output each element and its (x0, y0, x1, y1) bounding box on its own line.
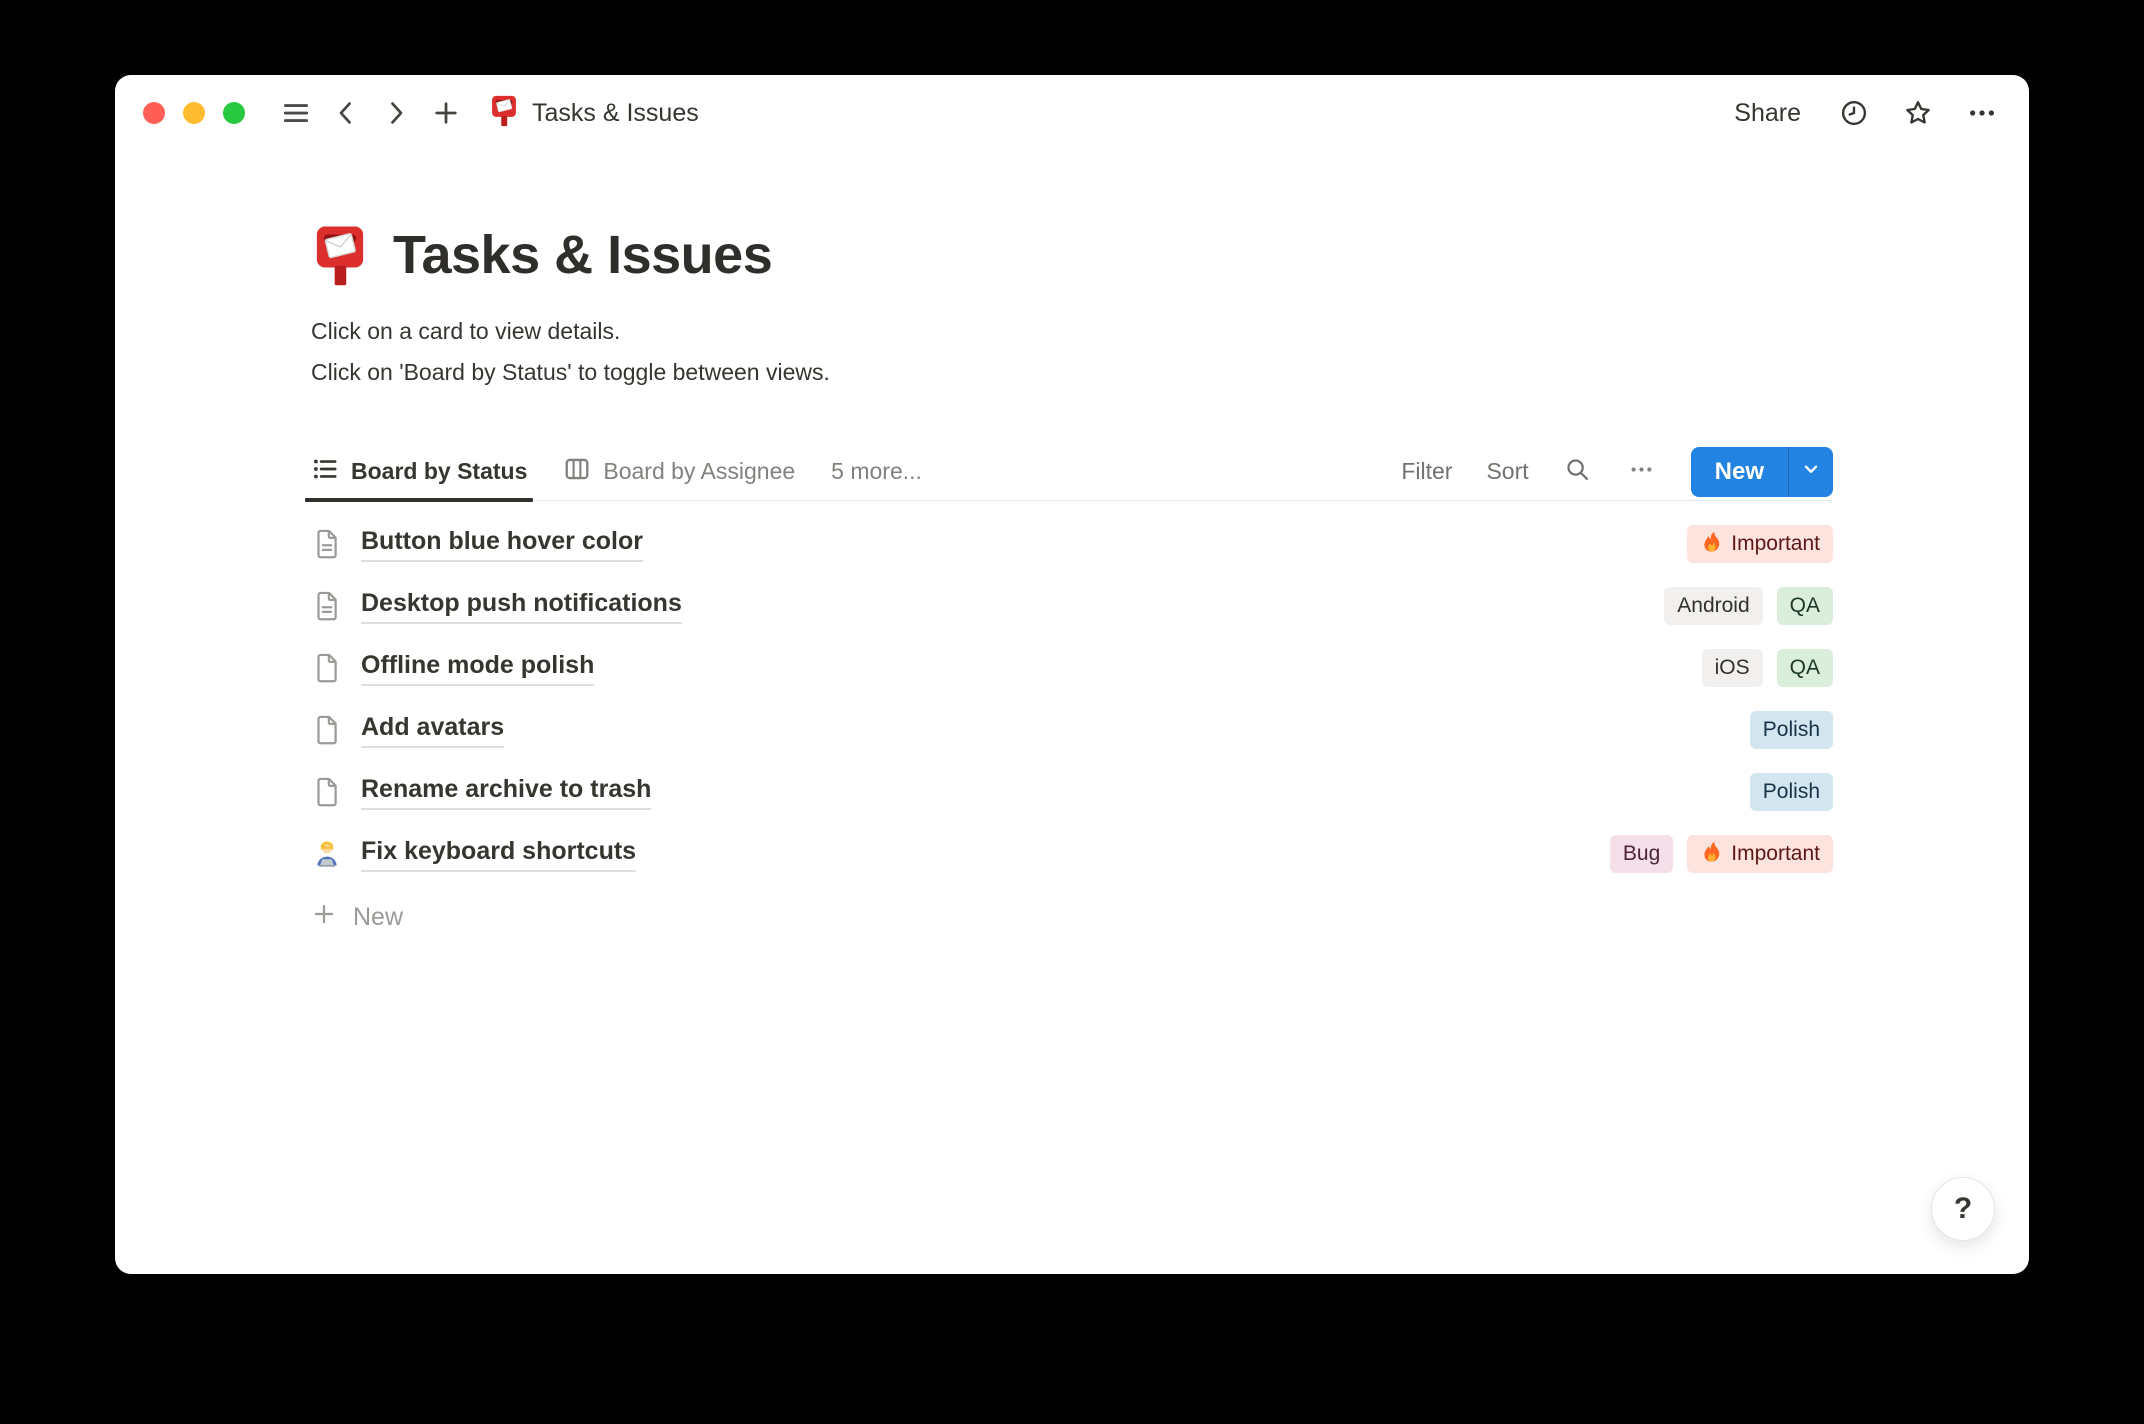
tag-label: QA (1789, 656, 1820, 679)
technologist-icon (311, 837, 343, 871)
page-title: Tasks & Issues (393, 225, 773, 285)
tag-bug: Bug (1609, 835, 1674, 873)
tag-label: iOS (1714, 656, 1750, 679)
tag-label: Important (1731, 532, 1820, 555)
tab-board-by-status[interactable]: Board by Status (304, 443, 534, 502)
more-views-button[interactable]: 5 more... (831, 458, 922, 485)
doc-blank-icon (311, 713, 343, 747)
doc-blank-icon (311, 651, 343, 685)
favorite-button[interactable] (1901, 96, 1935, 130)
tag-important: Important (1687, 525, 1833, 563)
new-button-dropdown[interactable] (1789, 447, 1833, 497)
fire-icon (1700, 840, 1723, 869)
page-header: Tasks & Issues (311, 223, 1833, 287)
tag-label: Polish (1762, 718, 1820, 741)
postbox-icon (489, 94, 519, 132)
search-button[interactable] (1563, 457, 1593, 487)
plus-icon (311, 901, 337, 934)
hamburger-icon (281, 98, 311, 128)
sidebar-toggle-button[interactable] (279, 96, 313, 130)
list-item-tags: Important (1687, 525, 1833, 563)
share-button[interactable]: Share (1734, 99, 1801, 128)
window-controls (143, 102, 245, 124)
app-window: Tasks & Issues Share Tasks & Issues Clic… (115, 75, 2029, 1274)
view-toolbar: Board by Status Board by Assignee 5 more… (304, 443, 1833, 502)
list-item-title: Add avatars (361, 713, 505, 748)
search-icon (1564, 456, 1591, 488)
list-view-icon (311, 455, 339, 488)
list-item-title: Button blue hover color (361, 527, 643, 562)
tab-label: Board by Assignee (603, 458, 796, 484)
history-button[interactable] (1837, 96, 1871, 130)
forward-button[interactable] (379, 96, 413, 130)
tag-android: Android (1664, 587, 1763, 625)
view-options-button[interactable] (1627, 457, 1657, 487)
tag-qa: QA (1776, 649, 1833, 687)
clock-icon (1839, 98, 1869, 128)
list-item[interactable]: Add avatars Polish (311, 699, 1833, 761)
board-view-icon (563, 455, 591, 488)
titlebar: Tasks & Issues Share (115, 75, 2029, 151)
page-options-button[interactable] (1965, 96, 1999, 130)
tab-board-by-assignee[interactable]: Board by Assignee (563, 443, 795, 501)
add-new-row-button[interactable]: New (311, 889, 1833, 945)
chevron-down-icon (1800, 458, 1822, 485)
postbox-icon[interactable] (311, 223, 369, 287)
task-list: Button blue hover color Important Deskto… (311, 513, 1833, 885)
list-item-title: Rename archive to trash (361, 775, 652, 810)
list-item-tags: Bug Important (1609, 835, 1833, 873)
list-item-tags: Android QA (1664, 587, 1833, 625)
chevron-left-icon (331, 98, 361, 128)
list-item-title: Offline mode polish (361, 651, 595, 686)
page-description: Click on a card to view details. Click o… (311, 311, 1833, 393)
minimize-window-button[interactable] (183, 102, 205, 124)
tab-label: Board by Status (351, 458, 528, 484)
zoom-window-button[interactable] (223, 102, 245, 124)
list-item[interactable]: Offline mode polish iOS QA (311, 637, 1833, 699)
list-item-tags: Polish (1749, 711, 1833, 749)
new-button-group: New (1690, 446, 1833, 497)
tag-important: Important (1687, 835, 1833, 873)
description-line: Click on 'Board by Status' to toggle bet… (311, 359, 830, 385)
fire-icon (1700, 530, 1723, 559)
sort-button[interactable]: Sort (1486, 458, 1528, 485)
list-item[interactable]: Desktop push notifications Android QA (311, 575, 1833, 637)
tag-qa: QA (1776, 587, 1833, 625)
description-line: Click on a card to view details. (311, 318, 621, 344)
filter-button[interactable]: Filter (1401, 458, 1452, 485)
breadcrumb[interactable]: Tasks & Issues (489, 94, 699, 132)
doc-text-icon (311, 589, 343, 623)
back-button[interactable] (329, 96, 363, 130)
ellipsis-icon (1628, 456, 1655, 488)
tag-ios: iOS (1701, 649, 1763, 687)
close-window-button[interactable] (143, 102, 165, 124)
list-item[interactable]: Button blue hover color Important (311, 513, 1833, 575)
tag-label: QA (1789, 594, 1820, 617)
list-item-tags: iOS QA (1701, 649, 1833, 687)
chevron-right-icon (381, 98, 411, 128)
breadcrumb-title: Tasks & Issues (532, 98, 699, 127)
list-item-title: Fix keyboard shortcuts (361, 837, 637, 872)
tag-polish: Polish (1749, 711, 1833, 749)
doc-text-icon (311, 527, 343, 561)
ellipsis-icon (1967, 98, 1997, 128)
tag-label: Android (1677, 594, 1750, 617)
tag-label: Polish (1762, 780, 1820, 803)
list-item-tags: Polish (1749, 773, 1833, 811)
view-tabs: Board by Status Board by Assignee (304, 443, 795, 502)
new-tab-button[interactable] (429, 96, 463, 130)
doc-blank-icon (311, 775, 343, 809)
add-new-row-label: New (353, 902, 404, 931)
list-item-title: Desktop push notifications (361, 589, 682, 624)
tag-label: Important (1731, 842, 1820, 865)
list-item[interactable]: Fix keyboard shortcuts Bug Important (311, 823, 1833, 885)
star-icon (1903, 98, 1933, 128)
plus-icon (431, 98, 461, 128)
help-button[interactable]: ? (1931, 1177, 1995, 1241)
tag-label: Bug (1622, 842, 1661, 865)
list-item[interactable]: Rename archive to trash Polish (311, 761, 1833, 823)
tag-polish: Polish (1749, 773, 1833, 811)
new-button[interactable]: New (1691, 447, 1788, 497)
